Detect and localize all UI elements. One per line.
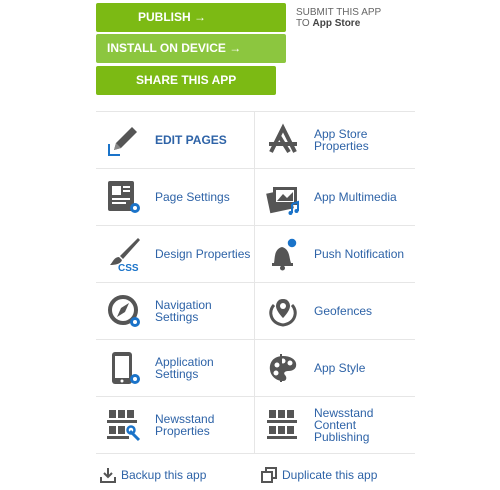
submit-note-line2: TO App Store bbox=[296, 18, 361, 29]
edit-pages-label: EDIT PAGES bbox=[155, 133, 227, 147]
svg-text:CSS: CSS bbox=[118, 263, 139, 272]
geofences-item[interactable]: Geofences bbox=[255, 283, 415, 340]
app-store-properties-label: App Store Properties bbox=[314, 127, 369, 153]
mobile-settings-icon bbox=[112, 352, 140, 384]
duplicate-app-label: Duplicate this app bbox=[282, 468, 378, 482]
backup-app-label: Backup this app bbox=[121, 468, 207, 482]
navigation-settings-item[interactable]: Navigation Settings bbox=[96, 283, 255, 340]
submit-note-line1: SUBMIT THIS APP bbox=[296, 7, 382, 18]
geofences-label: Geofences bbox=[314, 304, 373, 318]
publish-button[interactable]: PUBLISH → bbox=[96, 3, 286, 32]
backup-app-link[interactable]: Backup this app bbox=[100, 467, 206, 483]
page-settings-label: Page Settings bbox=[155, 190, 230, 204]
duplicate-app-link[interactable]: Duplicate this app bbox=[261, 467, 377, 483]
compass-settings-icon bbox=[108, 295, 140, 327]
submit-app-store-note: SUBMIT THIS APP TO App Store bbox=[296, 7, 381, 29]
edit-pages-item[interactable]: EDIT PAGES bbox=[96, 112, 255, 169]
application-settings-label: Application Settings bbox=[155, 355, 214, 381]
duplicate-icon bbox=[261, 467, 277, 483]
newsstand-properties-label: Newsstand Properties bbox=[155, 412, 215, 438]
design-properties-label: Design Properties bbox=[155, 247, 251, 261]
newsstand-settings-icon bbox=[107, 410, 141, 442]
app-multimedia-item[interactable]: App Multimedia bbox=[255, 169, 415, 226]
app-multimedia-label: App Multimedia bbox=[314, 190, 397, 204]
bell-icon bbox=[272, 237, 298, 271]
share-this-app-button[interactable]: SHARE THIS APP bbox=[96, 66, 276, 95]
push-notification-item[interactable]: Push Notification bbox=[255, 226, 415, 283]
newsstand-content-publishing-item[interactable]: Newsstand Content Publishing bbox=[255, 397, 415, 454]
push-notification-label: Push Notification bbox=[314, 247, 405, 261]
application-settings-item[interactable]: Application Settings bbox=[96, 340, 255, 397]
pencil-icon bbox=[108, 127, 137, 156]
download-icon bbox=[100, 468, 116, 483]
newsstand-content-publishing-label: Newsstand Content Publishing bbox=[314, 406, 374, 444]
palette-icon bbox=[269, 354, 297, 382]
page-settings-icon bbox=[108, 181, 140, 213]
multimedia-icon bbox=[266, 187, 299, 215]
install-on-device-button[interactable]: INSTALL ON DEVICE → bbox=[96, 34, 286, 63]
app-store-icon bbox=[269, 123, 297, 154]
app-style-label: App Style bbox=[314, 361, 366, 375]
app-style-item[interactable]: App Style bbox=[255, 340, 415, 397]
app-settings-grid: EDIT PAGES App Store Properties Page Set… bbox=[96, 111, 415, 455]
page-settings-item[interactable]: Page Settings bbox=[96, 169, 255, 226]
design-properties-item[interactable]: CSS Design Properties bbox=[96, 226, 255, 283]
paintbrush-css-icon: CSS bbox=[110, 238, 140, 272]
newsstand-shelf-icon bbox=[267, 410, 297, 439]
navigation-settings-label: Navigation Settings bbox=[155, 298, 212, 324]
app-store-label: App Store bbox=[312, 18, 361, 29]
app-store-properties-item[interactable]: App Store Properties bbox=[255, 112, 415, 169]
geofence-pin-icon bbox=[269, 299, 297, 327]
newsstand-properties-item[interactable]: Newsstand Properties bbox=[96, 397, 255, 454]
